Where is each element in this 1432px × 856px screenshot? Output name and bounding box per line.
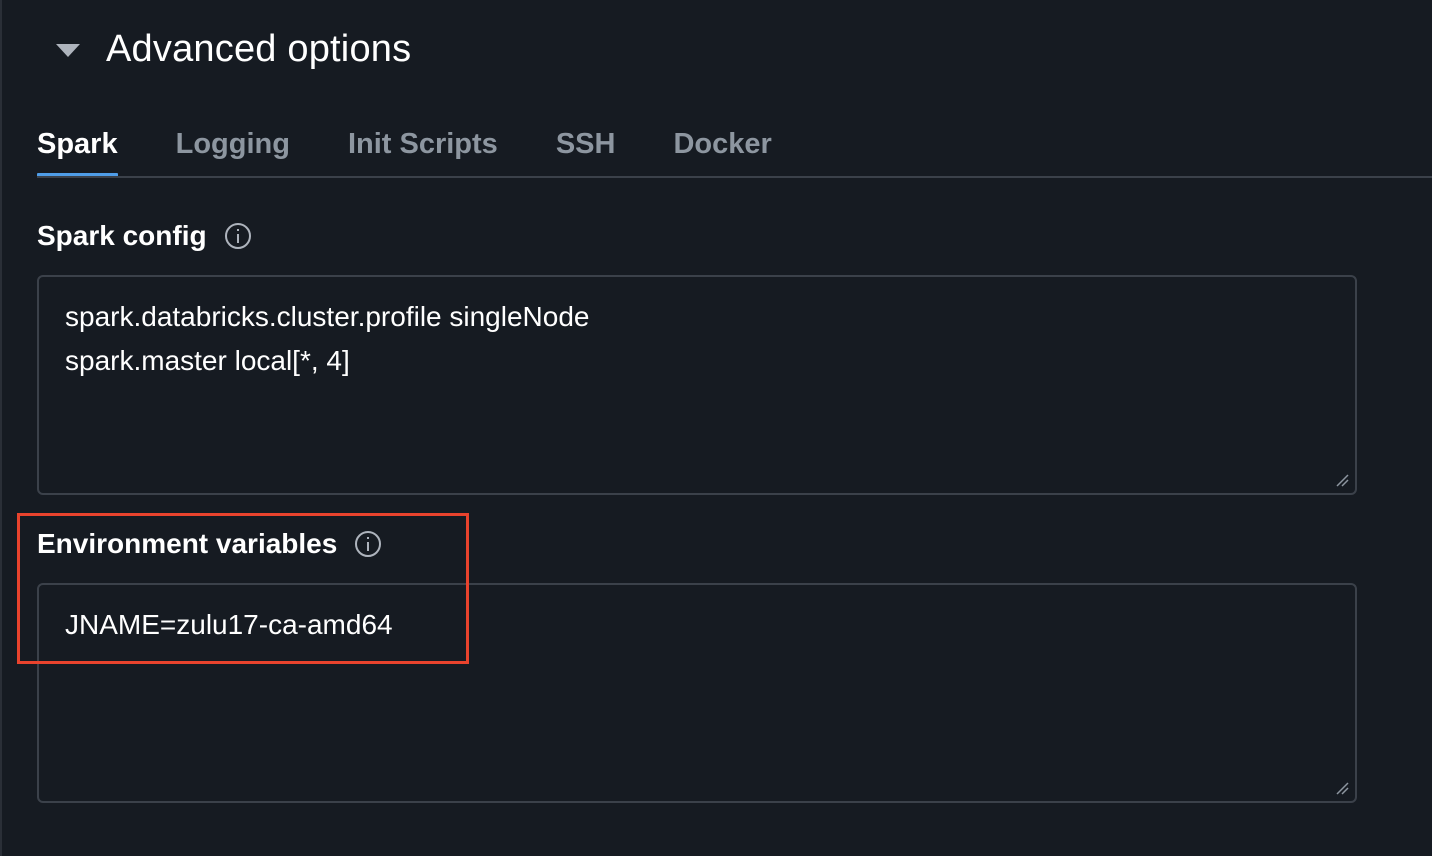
tab-divider bbox=[37, 176, 1432, 178]
advanced-options-header[interactable]: Advanced options bbox=[56, 24, 411, 74]
spark-config-line: spark.master local[*, 4] bbox=[65, 345, 350, 376]
info-icon[interactable] bbox=[355, 531, 382, 557]
env-vars-label-row: Environment variables bbox=[37, 526, 382, 562]
resize-handle-icon[interactable] bbox=[1335, 473, 1349, 487]
resize-handle-icon[interactable] bbox=[1335, 781, 1349, 795]
env-vars-textarea[interactable]: JNAME=zulu17-ca-amd64 bbox=[37, 583, 1357, 803]
tab-ssh[interactable]: SSH bbox=[556, 122, 616, 178]
env-vars-label: Environment variables bbox=[37, 528, 338, 559]
tab-docker[interactable]: Docker bbox=[673, 122, 771, 178]
tab-init-scripts[interactable]: Init Scripts bbox=[348, 122, 498, 178]
spark-config-label: Spark config bbox=[37, 220, 207, 251]
info-icon[interactable] bbox=[224, 223, 251, 249]
spark-config-textarea[interactable]: spark.databricks.cluster.profile singleN… bbox=[37, 275, 1357, 495]
spark-config-label-row: Spark config bbox=[37, 218, 251, 254]
spark-config-line: spark.databricks.cluster.profile singleN… bbox=[65, 301, 590, 332]
panel-left-border bbox=[0, 0, 2, 856]
tab-bar: Spark Logging Init Scripts SSH Docker bbox=[37, 122, 830, 178]
env-vars-line: JNAME=zulu17-ca-amd64 bbox=[65, 609, 393, 640]
section-title: Advanced options bbox=[106, 27, 412, 70]
caret-down-icon[interactable] bbox=[56, 43, 80, 57]
tab-spark[interactable]: Spark bbox=[37, 122, 118, 178]
advanced-options-panel: Advanced options Spark Logging Init Scri… bbox=[0, 0, 1432, 856]
tab-logging[interactable]: Logging bbox=[176, 122, 290, 178]
